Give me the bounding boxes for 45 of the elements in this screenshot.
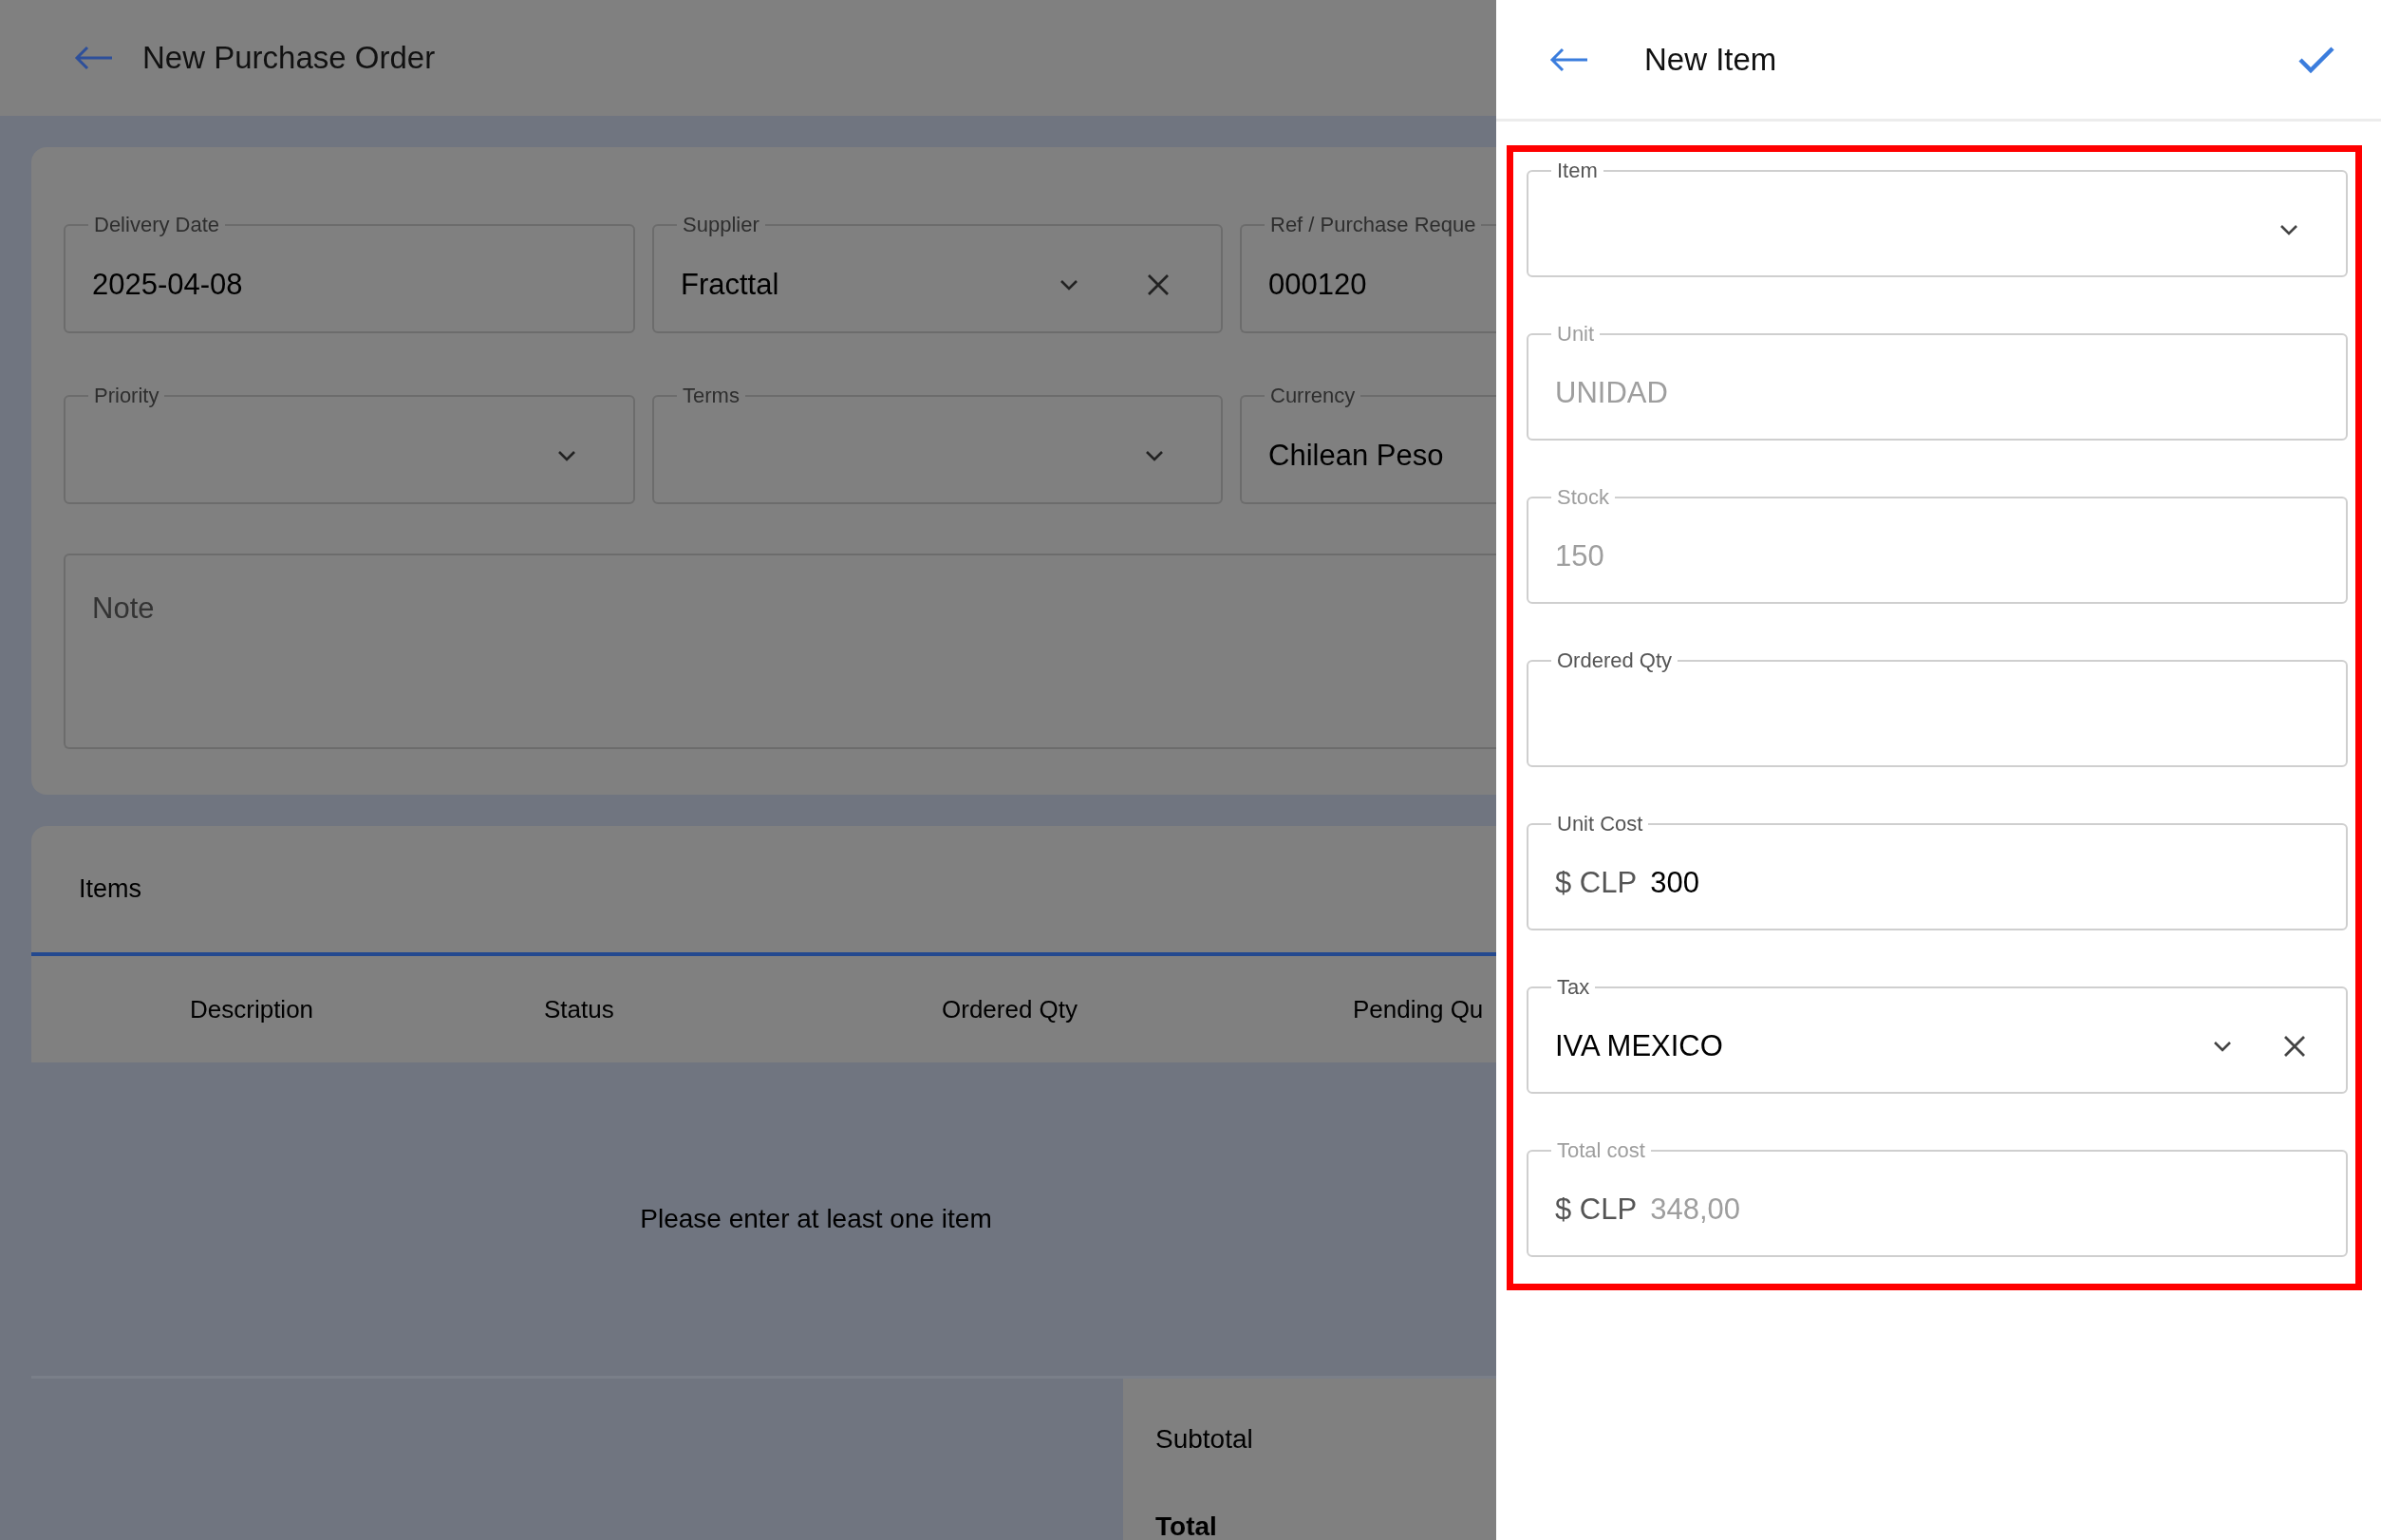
note-field[interactable]: Note [64, 554, 1496, 749]
chevron-down-icon[interactable] [2279, 224, 2298, 235]
field-value: 300 [1650, 866, 1699, 900]
total-label: Subtotal [1155, 1424, 1253, 1455]
field-label: Terms [682, 383, 741, 409]
back-arrow-icon[interactable] [1549, 47, 1589, 72]
field-value: 348,00 [1650, 1193, 1740, 1227]
chevron-down-icon[interactable] [557, 450, 576, 461]
field-label: Unit [1556, 321, 1596, 347]
field-value: Fracttal [681, 268, 779, 302]
field-label: Stock [1556, 484, 1611, 511]
field-label: Tax [1556, 974, 1591, 1001]
currency-prefix: $ CLP [1555, 866, 1638, 900]
field-label: Total cost [1556, 1137, 1646, 1164]
column-header: Description [190, 994, 315, 1024]
field-label: Currency [1269, 383, 1357, 409]
column-header: Status [544, 994, 615, 1024]
field-label: Ordered Qty [1556, 648, 1674, 674]
field-label: Unit Cost [1556, 811, 1644, 837]
close-icon[interactable] [1147, 273, 1170, 296]
column-header: Ordered Qty [942, 994, 1079, 1024]
field-value: IVA MEXICO [1555, 1029, 1723, 1063]
check-icon[interactable] [2297, 45, 2335, 74]
field-value: 150 [1555, 539, 1604, 573]
field-label: Priority [93, 383, 160, 409]
field-value: 2025-04-08 [92, 268, 243, 302]
empty-message: Please enter at least one item [640, 1204, 992, 1234]
close-icon[interactable] [2283, 1035, 2306, 1058]
column-header: Pending Qu [1353, 994, 1485, 1024]
section-title: Items [79, 874, 141, 904]
field-label: Supplier [682, 212, 760, 238]
field-label: Delivery Date [93, 212, 221, 238]
chevron-down-icon[interactable] [2213, 1041, 2232, 1052]
field-label: Ref / Purchase Reque [1269, 212, 1477, 238]
chevron-down-icon[interactable] [1145, 450, 1164, 461]
panel-title: New Item [1644, 41, 1777, 78]
note-placeholder: Note [92, 592, 155, 625]
page-title: New Purchase Order [142, 40, 436, 76]
field-value: 000120 [1268, 268, 1367, 302]
field-value: Chilean Peso [1268, 439, 1444, 473]
chevron-down-icon[interactable] [1059, 279, 1078, 291]
field-label: Item [1556, 158, 1599, 184]
field-value: UNIDAD [1555, 376, 1668, 410]
total-label: Total [1155, 1512, 1217, 1540]
currency-prefix: $ CLP [1555, 1193, 1638, 1227]
